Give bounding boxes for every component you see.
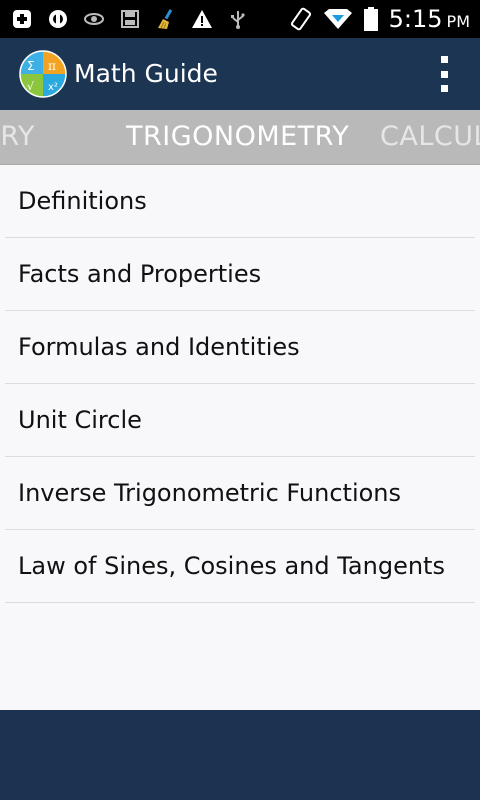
list-item-label: Facts and Properties bbox=[18, 260, 262, 288]
overflow-dot bbox=[440, 56, 448, 63]
bottom-bar bbox=[0, 710, 480, 800]
list-item-label: Unit Circle bbox=[18, 406, 142, 434]
svg-text:Σ: Σ bbox=[27, 59, 35, 73]
eye-icon bbox=[82, 7, 106, 31]
app-bar: Σ π √ x² Math Guide bbox=[0, 38, 480, 110]
status-notification-icons bbox=[10, 0, 250, 38]
list-item-inverse-trig-functions[interactable]: Inverse Trigonometric Functions bbox=[5, 457, 475, 530]
list-item-label: Inverse Trigonometric Functions bbox=[18, 479, 402, 507]
list-item-label: Law of Sines, Cosines and Tangents bbox=[18, 552, 445, 580]
clock-ampm: PM bbox=[446, 12, 470, 31]
list-item-label: Formulas and Identities bbox=[18, 333, 300, 361]
list-item-facts-and-properties[interactable]: Facts and Properties bbox=[5, 238, 475, 311]
category-tab-strip[interactable]: METRY TRIGONOMETRY CALCUL bbox=[0, 110, 480, 165]
list-item-definitions[interactable]: Definitions bbox=[5, 165, 475, 238]
app-title: Math Guide bbox=[74, 59, 218, 88]
topic-list: Definitions Facts and Properties Formula… bbox=[0, 165, 480, 710]
svg-text:x²: x² bbox=[48, 82, 58, 93]
battery-icon bbox=[363, 7, 379, 31]
tab-geometry[interactable]: METRY bbox=[0, 110, 35, 164]
tab-calculus[interactable]: CALCUL bbox=[380, 110, 480, 164]
svg-text:π: π bbox=[48, 59, 56, 73]
status-clock: 5:15 PM bbox=[389, 5, 470, 33]
broom-icon bbox=[154, 7, 178, 31]
wifi-icon bbox=[323, 7, 353, 31]
list-item-formulas-and-identities[interactable]: Formulas and Identities bbox=[5, 311, 475, 384]
tab-trigonometry[interactable]: TRIGONOMETRY bbox=[126, 110, 349, 164]
save-icon bbox=[118, 7, 142, 31]
download-icon bbox=[10, 7, 34, 31]
list-item-label: Definitions bbox=[18, 187, 147, 215]
sync-icon bbox=[46, 7, 70, 31]
usb-icon bbox=[226, 7, 250, 31]
svg-text:√: √ bbox=[27, 80, 35, 93]
status-system-icons: 5:15 PM bbox=[289, 0, 470, 38]
overflow-dot bbox=[440, 70, 448, 78]
status-bar: 5:15 PM bbox=[0, 0, 480, 38]
overflow-dot bbox=[440, 85, 448, 92]
clock-time: 5:15 bbox=[388, 5, 443, 33]
list-item-unit-circle[interactable]: Unit Circle bbox=[5, 384, 475, 457]
list-item-law-of-sines[interactable]: Law of Sines, Cosines and Tangents bbox=[5, 530, 475, 603]
warning-icon bbox=[190, 7, 214, 31]
rotate-icon bbox=[289, 7, 313, 31]
overflow-menu-icon[interactable] bbox=[434, 56, 454, 92]
math-guide-logo-icon[interactable]: Σ π √ x² bbox=[19, 50, 67, 98]
